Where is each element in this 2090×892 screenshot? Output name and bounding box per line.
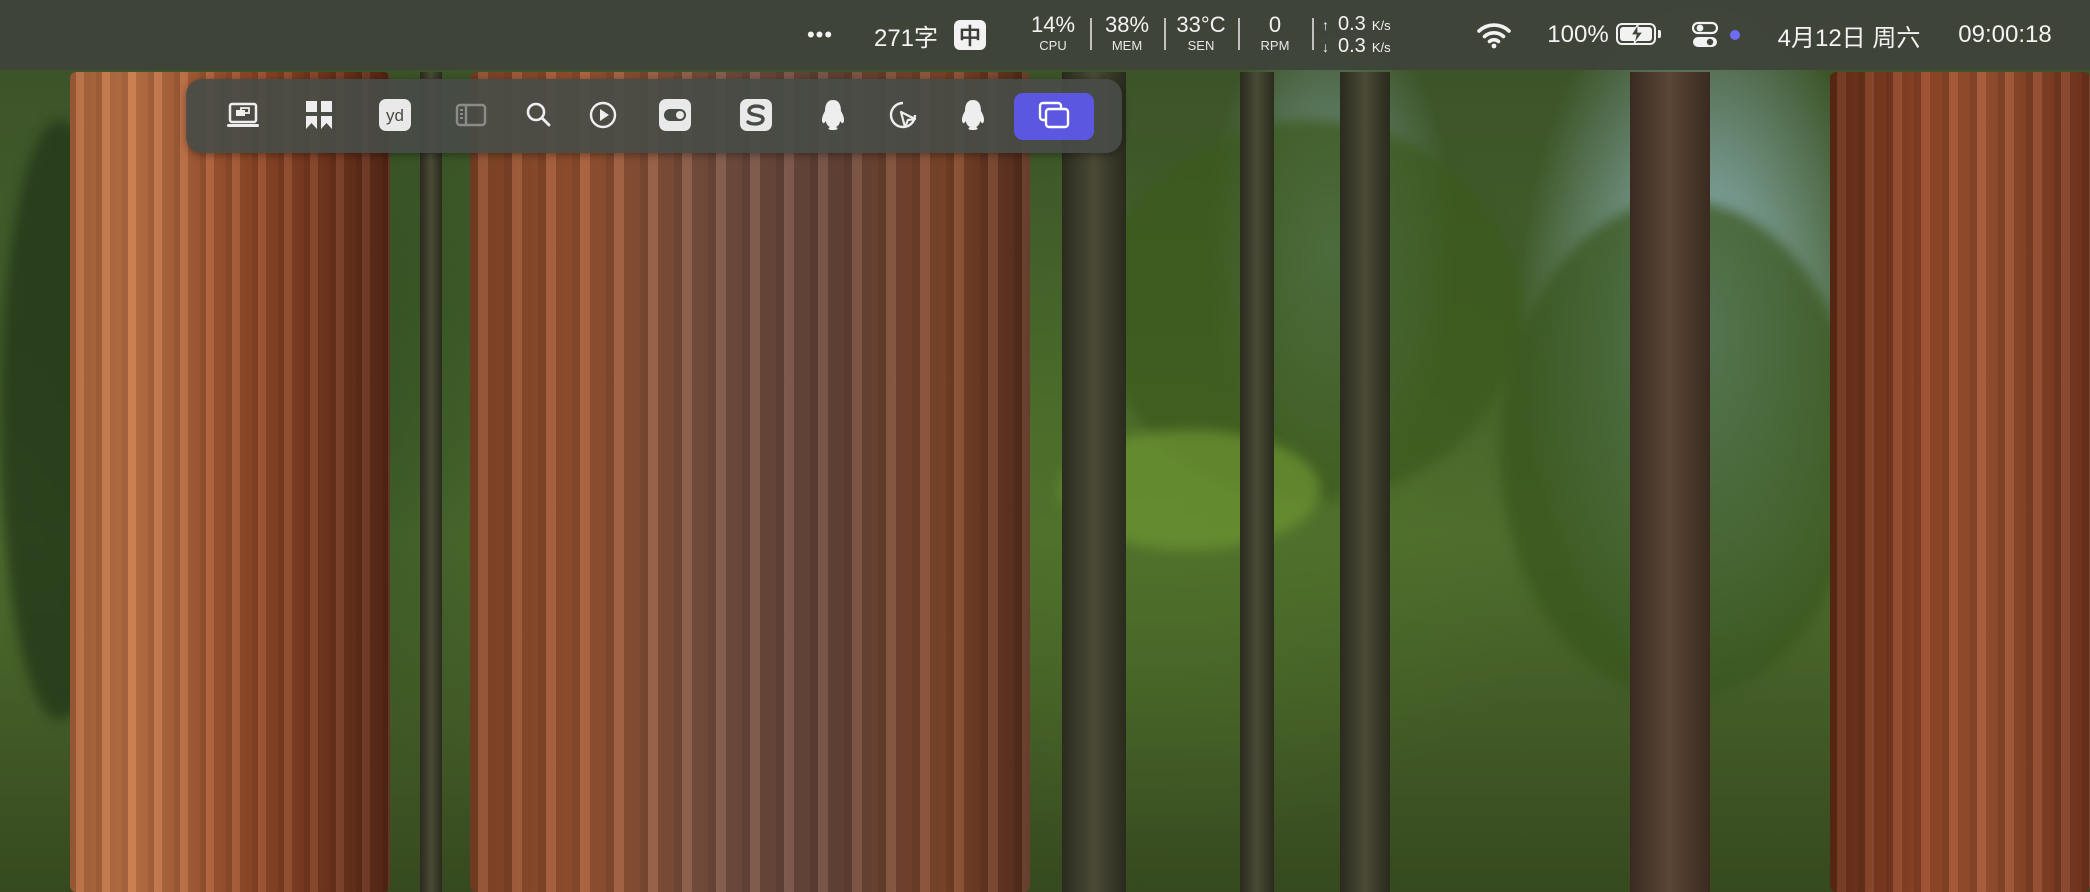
sidebar-icon (455, 103, 487, 127)
menu-clock[interactable]: 09:00:18 (1940, 0, 2070, 70)
sensor-value: 33°C (1176, 12, 1226, 37)
cpu-stat[interactable]: 14% CPU (1018, 12, 1088, 53)
word-count-status[interactable]: 271字 (866, 0, 946, 70)
menu-date[interactable]: 4月12日 周六 (1764, 0, 1934, 70)
qq-penguin-icon (961, 100, 985, 130)
screen-mirroring-button[interactable] (220, 92, 266, 138)
youdao-dict-button[interactable]: yd (372, 92, 418, 138)
toggle-app-icon (659, 99, 691, 131)
sensor-stat[interactable]: 33°C SEN (1166, 12, 1236, 53)
status-dot (1730, 30, 1740, 40)
sogou-input-button[interactable] (733, 92, 779, 138)
download-unit: K/s (1371, 40, 1391, 55)
window-switcher-icon (1038, 101, 1070, 129)
sogou-input-icon (740, 99, 772, 131)
cpu-value: 14% (1030, 12, 1076, 37)
search-button[interactable] (516, 92, 562, 138)
input-method-icon[interactable]: 中 (954, 20, 986, 50)
memory-stat[interactable]: 38% MEM (1092, 12, 1162, 53)
sensor-label: SEN (1187, 38, 1215, 53)
fan-rpm-value: 0 (1268, 12, 1282, 37)
fan-rpm-label: RPM (1260, 38, 1290, 53)
control-center-icon[interactable] (1692, 20, 1718, 50)
qq-button[interactable] (810, 92, 856, 138)
charging-bolt-icon (1629, 24, 1645, 44)
bookmark-app-button[interactable] (296, 92, 342, 138)
cpu-label: CPU (1039, 38, 1067, 53)
upload-speed: 0.3 (1338, 13, 1366, 35)
upload-arrow-icon: ↑ (1322, 17, 1329, 33)
download-speed: 0.3 (1338, 35, 1366, 57)
cursor-tool-button[interactable] (880, 92, 926, 138)
qq-penguin-icon (821, 100, 845, 130)
youdao-dict-text: yd (386, 106, 404, 125)
play-circle-icon (589, 101, 617, 129)
window-switcher-button[interactable] (1031, 92, 1077, 138)
battery-cap (1658, 30, 1661, 38)
memory-label: MEM (1111, 38, 1143, 53)
more-menu-button[interactable]: ••• (800, 0, 840, 70)
toggle-app-button[interactable] (652, 92, 698, 138)
qq-button-2[interactable] (950, 92, 996, 138)
memory-value: 38% (1104, 12, 1150, 37)
download-arrow-icon: ↓ (1322, 39, 1329, 55)
play-button[interactable] (580, 92, 626, 138)
wifi-icon[interactable] (1474, 0, 1514, 70)
stat-divider (1312, 18, 1314, 50)
menu-bar: ••• 271字 中 14% CPU 38% MEM 33°C SEN 0 RP… (0, 0, 2090, 70)
search-icon (526, 102, 551, 127)
network-stat[interactable]: ↑ 0.3 K/s ↓ 0.3 K/s (1322, 14, 1412, 58)
fan-rpm-stat[interactable]: 0 RPM (1240, 12, 1310, 53)
cursor-pie-icon (889, 101, 917, 129)
sidebar-button[interactable] (448, 92, 494, 138)
menu-bar-app-drawer: yd (186, 79, 1122, 153)
bookmark-app-icon (306, 101, 332, 129)
screen-mirroring-icon (227, 102, 259, 127)
battery-percent[interactable]: 100% (1546, 0, 1610, 70)
youdao-dict-icon: yd (379, 99, 411, 131)
upload-unit: K/s (1371, 18, 1391, 33)
